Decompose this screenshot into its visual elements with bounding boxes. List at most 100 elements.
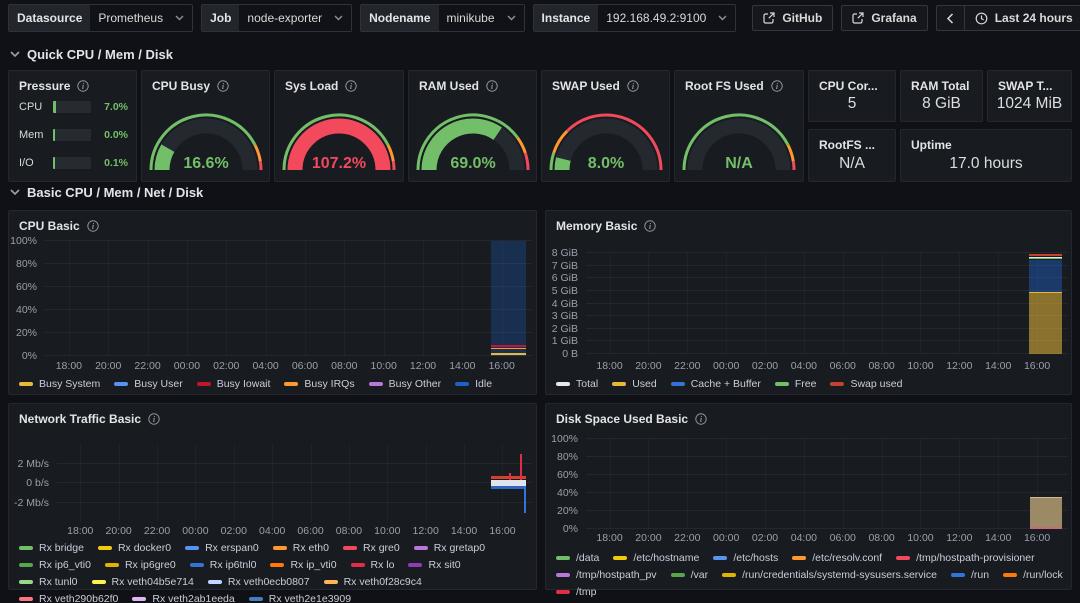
- y-tick-label: 0 B: [562, 348, 578, 360]
- legend-item[interactable]: Rx veth0f28c9c4: [324, 576, 422, 588]
- panel-title[interactable]: Sys Load: [285, 79, 338, 93]
- legend-item[interactable]: Swap used: [830, 378, 902, 390]
- legend-item[interactable]: /etc/resolv.conf: [792, 552, 882, 564]
- variable-value-dropdown[interactable]: node-exporter: [239, 5, 351, 31]
- panel-title[interactable]: RootFS ...: [819, 138, 875, 152]
- panel-title[interactable]: SWAP Used: [552, 79, 620, 93]
- panel-title[interactable]: Network Traffic Basic: [19, 412, 141, 426]
- y-tick-label: 6 GiB: [552, 272, 578, 284]
- gridline: [586, 315, 1067, 316]
- legend-item[interactable]: Busy Other: [369, 378, 442, 390]
- panel-title[interactable]: Root FS Used: [685, 79, 764, 93]
- legend-item[interactable]: /etc/hostname: [613, 552, 699, 564]
- legend-item[interactable]: Rx lo: [351, 559, 395, 571]
- info-icon[interactable]: i: [644, 220, 656, 232]
- legend-item[interactable]: Total: [556, 378, 598, 390]
- legend-item[interactable]: Rx erspan0: [185, 542, 259, 554]
- legend-item[interactable]: Rx ip6tnl0: [190, 559, 257, 571]
- panel-title[interactable]: CPU Basic: [19, 219, 80, 233]
- x-tick-label: 00:00: [182, 525, 208, 537]
- plot-area[interactable]: [57, 444, 532, 522]
- legend-swatch: [671, 573, 685, 577]
- panel-title[interactable]: Memory Basic: [556, 219, 637, 233]
- variable-value-dropdown[interactable]: Prometheus: [90, 5, 192, 31]
- gridline: [45, 240, 532, 241]
- legend-item[interactable]: /run/credentials/systemd-sysusers.servic…: [722, 569, 937, 581]
- legend-item[interactable]: Rx ip_vti0: [270, 559, 336, 571]
- legend-item[interactable]: Rx veth04b5e714: [92, 576, 194, 588]
- x-tick-label: 04:00: [252, 360, 278, 372]
- x-tick-label: 14:00: [449, 360, 475, 372]
- info-icon[interactable]: i: [627, 80, 639, 92]
- legend-item[interactable]: Busy IRQs: [284, 378, 354, 390]
- panel-pressure: Pressure i CPU7.0%Mem0.0%I/O0.1%: [8, 70, 137, 182]
- info-icon[interactable]: i: [345, 80, 357, 92]
- legend-item[interactable]: Rx ip6_vti0: [19, 559, 91, 571]
- legend-item[interactable]: /tmp/hostpath-provisioner: [896, 552, 1034, 564]
- legend-item[interactable]: /data: [556, 552, 599, 564]
- plot-area[interactable]: [45, 241, 532, 356]
- info-icon[interactable]: i: [695, 413, 707, 425]
- panel-title[interactable]: CPU Cor...: [819, 79, 878, 93]
- gridline: [648, 253, 649, 354]
- grafana-link-button[interactable]: Grafana: [841, 5, 927, 31]
- github-link-button[interactable]: GitHub: [752, 5, 833, 31]
- row-header-basic-cpu[interactable]: Basic CPU / Mem / Net / Disk: [10, 185, 203, 200]
- swap-used-gauge: 8.0%: [542, 96, 669, 176]
- legend-item[interactable]: Rx sit0: [408, 559, 460, 571]
- legend-item[interactable]: /tmp: [556, 586, 596, 598]
- legend-item[interactable]: Rx veth290b62f0: [19, 593, 118, 603]
- legend-item[interactable]: Rx docker0: [98, 542, 171, 554]
- legend-item[interactable]: Free: [775, 378, 817, 390]
- legend-item[interactable]: Busy System: [19, 378, 100, 390]
- time-range-picker[interactable]: Last 24 hours: [964, 5, 1080, 31]
- legend-item[interactable]: Rx veth0ecb0807: [208, 576, 310, 588]
- panel-title[interactable]: Disk Space Used Basic: [556, 412, 688, 426]
- legend-item[interactable]: Busy User: [114, 378, 182, 390]
- variable-value-dropdown[interactable]: minikube: [439, 5, 524, 31]
- info-icon[interactable]: i: [87, 220, 99, 232]
- legend-item[interactable]: /run/lock: [1003, 569, 1063, 581]
- info-icon[interactable]: i: [486, 80, 498, 92]
- info-icon[interactable]: i: [148, 413, 160, 425]
- legend-item[interactable]: Rx tunl0: [19, 576, 78, 588]
- pressure-bar-fill: [53, 157, 55, 169]
- legend-swatch: [612, 382, 626, 386]
- info-icon[interactable]: i: [77, 80, 89, 92]
- time-shift-back-button[interactable]: [936, 5, 964, 31]
- row-header-quick-cpu[interactable]: Quick CPU / Mem / Disk: [10, 47, 173, 62]
- gridline: [882, 253, 883, 354]
- y-tick-label: 100%: [551, 433, 578, 445]
- panel-title[interactable]: CPU Busy: [152, 79, 210, 93]
- plot-area[interactable]: [586, 439, 1067, 529]
- x-tick-label: 10:00: [374, 525, 400, 537]
- legend-item[interactable]: Idle: [455, 378, 492, 390]
- legend-item[interactable]: Cache + Buffer: [671, 378, 761, 390]
- legend-item[interactable]: Rx gre0: [343, 542, 400, 554]
- x-tick-label: 08:00: [331, 360, 357, 372]
- legend-item[interactable]: Busy Iowait: [197, 378, 271, 390]
- panel-title[interactable]: RAM Used: [419, 79, 479, 93]
- plot-area[interactable]: [586, 253, 1067, 354]
- legend-item[interactable]: Rx veth2e1e3909: [249, 593, 351, 603]
- legend-item[interactable]: Rx ip6gre0: [105, 559, 176, 571]
- legend-item[interactable]: /run: [951, 569, 989, 581]
- legend-item[interactable]: Rx gretap0: [414, 542, 485, 554]
- chevron-left-icon: [946, 13, 954, 24]
- legend-item[interactable]: Rx eth0: [273, 542, 329, 554]
- legend-item[interactable]: /var: [671, 569, 709, 581]
- panel-title[interactable]: SWAP T...: [998, 79, 1052, 93]
- info-icon[interactable]: i: [217, 80, 229, 92]
- legend-item[interactable]: /etc/hosts: [713, 552, 778, 564]
- series-tx-line: [491, 486, 526, 489]
- legend-item[interactable]: Rx veth2ab1eeda: [132, 593, 234, 603]
- legend-item[interactable]: /tmp/hostpath_pv: [556, 569, 657, 581]
- legend: Total Used Cache + Buffer Free Swap used: [556, 378, 1065, 390]
- variable-value-dropdown[interactable]: 192.168.49.2:9100: [598, 5, 735, 31]
- legend-item[interactable]: Used: [612, 378, 657, 390]
- panel-title[interactable]: RAM Total: [911, 79, 969, 93]
- panel-title[interactable]: Uptime: [911, 138, 952, 152]
- legend-item[interactable]: Rx bridge: [19, 542, 84, 554]
- panel-title[interactable]: Pressure: [19, 79, 70, 93]
- info-icon[interactable]: i: [771, 80, 783, 92]
